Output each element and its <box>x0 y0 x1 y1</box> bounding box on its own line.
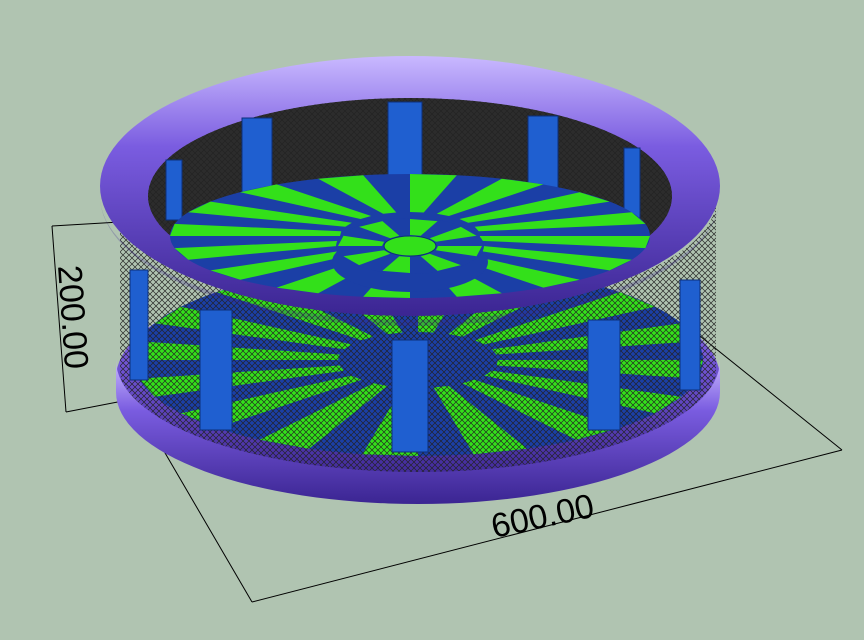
inflatable-model[interactable] <box>100 56 720 504</box>
hub-center <box>383 235 437 257</box>
height-dimension-label: 200.00 <box>50 264 95 370</box>
3d-viewport[interactable]: 200.00 600.00 <box>0 0 864 640</box>
